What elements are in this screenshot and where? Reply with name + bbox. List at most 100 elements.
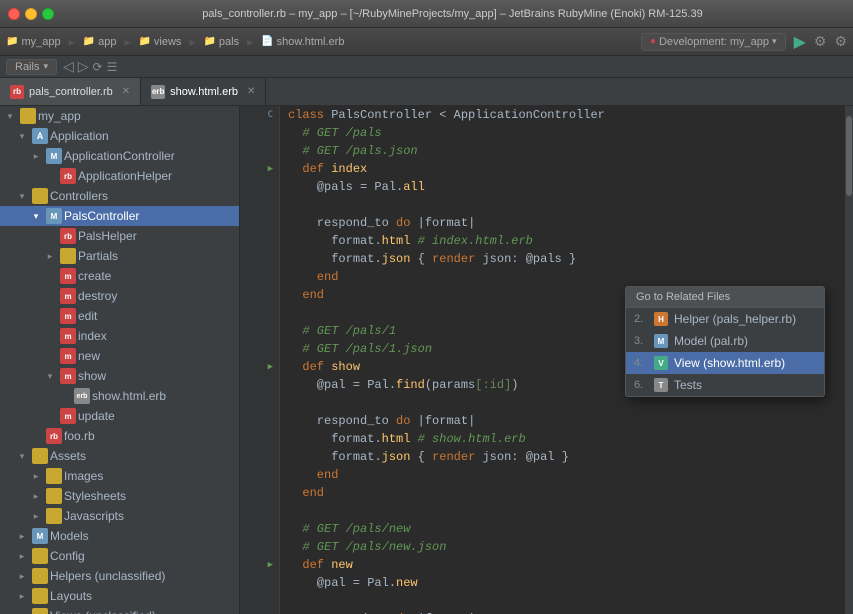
sidebar-item-controllers[interactable]: ▾ Controllers xyxy=(0,186,239,206)
gutter-line-22 xyxy=(240,484,279,502)
goto-related-popup[interactable]: Go to Related Files 2. H Helper (pals_he… xyxy=(625,286,825,397)
sidebar-item-edit[interactable]: ▸ m edit xyxy=(0,306,239,326)
toolbar-pals[interactable]: 📁 pals xyxy=(203,36,239,48)
popup-tests-icon: T xyxy=(654,378,668,392)
sidebar-item-stylesheets[interactable]: ▸ Stylesheets xyxy=(0,486,239,506)
popup-item-model-label: Model (pal.rb) xyxy=(674,334,748,348)
scrollbar-thumb[interactable] xyxy=(846,116,852,196)
code-line-4: def index xyxy=(288,160,845,178)
sidebar-item-javascripts[interactable]: ▸ Javascripts xyxy=(0,506,239,526)
icon-stylesheets xyxy=(46,488,62,504)
gutter-line-18 xyxy=(240,412,279,430)
code-area[interactable]: class PalsController < ApplicationContro… xyxy=(280,106,845,614)
code-line-25: # GET /pals/new.json xyxy=(288,538,845,556)
close-button[interactable] xyxy=(8,8,20,20)
sidebar-item-new[interactable]: ▸ m new xyxy=(0,346,239,366)
back-button[interactable]: ◁ xyxy=(63,58,74,75)
gutter-line-20 xyxy=(240,448,279,466)
sidebar-label-foo-rb: foo.rb xyxy=(64,429,95,443)
traffic-lights[interactable] xyxy=(8,8,54,20)
sidebar-item-partials[interactable]: ▸ Partials xyxy=(0,246,239,266)
sidebar-item-palscontroller[interactable]: ▾ M PalsController xyxy=(0,206,239,226)
chevron-images: ▸ xyxy=(28,471,44,482)
icon-palscontroller: M xyxy=(46,208,62,224)
popup-item-view[interactable]: 4. V View (show.html.erb) xyxy=(626,352,824,374)
gutter-line-1: C xyxy=(240,106,279,124)
toolbar-app[interactable]: 📁 app xyxy=(83,36,117,48)
sidebar-item-assets[interactable]: ▾ Assets xyxy=(0,446,239,466)
chevron-controllers: ▾ xyxy=(14,191,30,202)
sidebar-label-controllers: Controllers xyxy=(50,189,108,203)
rails-selector[interactable]: Rails ▾ xyxy=(6,59,57,75)
chevron-helpers: ▸ xyxy=(14,571,30,582)
icon-index: m xyxy=(60,328,76,344)
maximize-button[interactable] xyxy=(42,8,54,20)
sidebar-item-create[interactable]: ▸ m create xyxy=(0,266,239,286)
toolbar-file[interactable]: 📄 show.html.erb xyxy=(261,36,344,48)
sidebar: ▾ my_app ▾ A Application ▸ M Application… xyxy=(0,106,240,614)
popup-item-helper-label: Helper (pals_helper.rb) xyxy=(674,312,796,326)
sidebar-item-palshelper[interactable]: ▸ rb PalsHelper xyxy=(0,226,239,246)
debug-button[interactable]: ⚙ xyxy=(814,33,827,50)
views-label: views xyxy=(154,36,182,48)
folder-icon-my_app xyxy=(20,108,36,124)
tab-icon-erb: erb xyxy=(151,85,165,99)
chevron-models: ▸ xyxy=(14,531,30,542)
app-label: app xyxy=(98,36,116,48)
sidebar-item-views[interactable]: ▸ Views (unclassified) xyxy=(0,606,239,614)
tab-pals-controller[interactable]: rb pals_controller.rb ✕ xyxy=(0,78,141,105)
editor-scrollbar[interactable] xyxy=(845,106,853,614)
sidebar-item-show[interactable]: ▾ m show xyxy=(0,366,239,386)
sidebar-label-show-html-erb: show.html.erb xyxy=(92,389,166,403)
forward-button[interactable]: ▷ xyxy=(78,58,89,75)
sidebar-item-models[interactable]: ▸ M Models xyxy=(0,526,239,546)
gutter-line-16 xyxy=(240,376,279,394)
nav-controls[interactable]: ◁ ▷ ⟳ ☰ xyxy=(63,58,117,75)
sidebar-item-images[interactable]: ▸ Images xyxy=(0,466,239,486)
code-line-10: end xyxy=(288,268,845,286)
sidebar-label-views: Views (unclassified) xyxy=(50,609,156,614)
sidebar-item-foo-rb[interactable]: ▸ rb foo.rb xyxy=(0,426,239,446)
sidebar-item-config[interactable]: ▸ Config xyxy=(0,546,239,566)
toolbar: 📁 my_app ▸ 📁 app ▸ 📁 views ▸ 📁 pals ▸ 📄 … xyxy=(0,28,853,56)
popup-item-model[interactable]: 3. M Model (pal.rb) xyxy=(626,330,824,352)
title-bar: pals_controller.rb – my_app – [~/RubyMin… xyxy=(0,0,853,28)
icon-controllers xyxy=(32,188,48,204)
settings-button[interactable]: ⚙ xyxy=(834,33,847,50)
icon-assets xyxy=(32,448,48,464)
sidebar-item-apphelper[interactable]: ▸ rb ApplicationHelper xyxy=(0,166,239,186)
sidebar-item-index[interactable]: ▸ m index xyxy=(0,326,239,346)
sidebar-item-application[interactable]: ▾ A Application xyxy=(0,126,239,146)
toolbar-project[interactable]: 📁 my_app xyxy=(6,36,61,48)
gutter-line-17 xyxy=(240,394,279,412)
structure-button[interactable]: ☰ xyxy=(107,60,118,74)
popup-item-helper[interactable]: 2. H Helper (pals_helper.rb) xyxy=(626,308,824,330)
gutter-line-2 xyxy=(240,124,279,142)
tab-close-pals[interactable]: ✕ xyxy=(122,86,130,97)
window-title: pals_controller.rb – my_app – [~/RubyMin… xyxy=(60,8,845,20)
sidebar-item-show-html-erb[interactable]: ▸ erb show.html.erb xyxy=(0,386,239,406)
gutter-line-26: ▶ xyxy=(240,556,279,574)
sidebar-item-appcontroller[interactable]: ▸ M ApplicationController xyxy=(0,146,239,166)
sidebar-item-update[interactable]: ▸ m update xyxy=(0,406,239,426)
run-config[interactable]: ● Development: my_app ▾ xyxy=(641,33,786,51)
toolbar-views[interactable]: 📁 views xyxy=(138,36,181,48)
run-button[interactable]: ▶ xyxy=(794,32,806,52)
refresh-button[interactable]: ⟳ xyxy=(93,60,103,74)
tab-show-html[interactable]: erb show.html.erb ✕ xyxy=(141,78,266,105)
chevron-appcontroller: ▸ xyxy=(28,151,44,162)
sidebar-label-layouts: Layouts xyxy=(50,589,92,603)
minimize-button[interactable] xyxy=(25,8,37,20)
sidebar-item-my_app[interactable]: ▾ my_app xyxy=(0,106,239,126)
popup-item-tests[interactable]: 6. T Tests xyxy=(626,374,824,396)
gutter-line-8 xyxy=(240,232,279,250)
chevron-my_app: ▾ xyxy=(2,111,18,122)
chevron-partials: ▸ xyxy=(42,251,58,262)
popup-helper-icon: H xyxy=(654,312,668,326)
tab-close-show[interactable]: ✕ xyxy=(247,86,255,97)
popup-item-model-num: 3. xyxy=(634,335,648,347)
sidebar-item-layouts[interactable]: ▸ Layouts xyxy=(0,586,239,606)
sidebar-item-destroy[interactable]: ▸ m destroy xyxy=(0,286,239,306)
code-line-24: # GET /pals/new xyxy=(288,520,845,538)
sidebar-item-helpers[interactable]: ▸ Helpers (unclassified) xyxy=(0,566,239,586)
